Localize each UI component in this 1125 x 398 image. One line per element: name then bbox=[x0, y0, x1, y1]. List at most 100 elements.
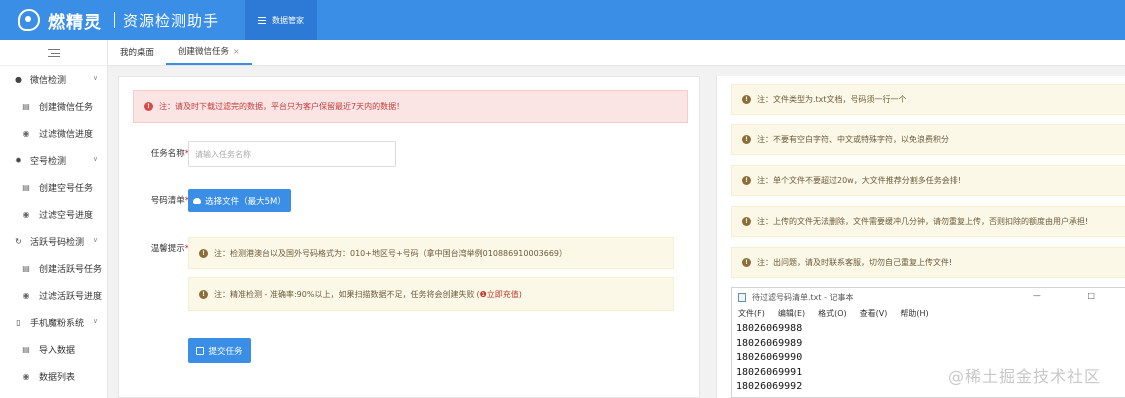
watermark: @稀土掘金技术社区 bbox=[948, 367, 1102, 386]
chevron-down-icon: ∨ bbox=[92, 155, 98, 163]
cloud-upload-icon bbox=[193, 197, 202, 204]
logo-icon bbox=[18, 9, 40, 31]
info-icon: ! bbox=[199, 248, 208, 258]
notepad-menu-view: 查看(V) bbox=[859, 308, 888, 318]
app-logo[interactable]: 燃精灵 资源检测助手 bbox=[0, 8, 219, 33]
sidebar-group-wechat[interactable]: ● 微信检测 ∨ bbox=[0, 66, 107, 93]
phone-icon: ▯ bbox=[16, 318, 21, 327]
info-icon: ! bbox=[742, 217, 751, 226]
notepad-menu-file: 文件(F) bbox=[738, 308, 765, 318]
notepad-title: 待过滤号码清单.txt - 记事本 bbox=[752, 292, 854, 302]
top-nav-data-manager[interactable]: 数据管家 bbox=[245, 0, 318, 40]
notepad-menu-format: 格式(O) bbox=[818, 308, 847, 318]
page-tabs: 我的桌面 创建微信任务 × bbox=[108, 40, 1125, 66]
submit-task-button[interactable]: 提交任务 bbox=[188, 338, 251, 363]
retention-alert-text: 注：请及时下载过滤完的数据，平台只为客户保留最近7天内的数据！ bbox=[159, 102, 405, 111]
submit-button-label: 提交任务 bbox=[208, 346, 243, 357]
notepad-menu-edit: 编辑(E) bbox=[777, 308, 806, 318]
info-icon: ! bbox=[742, 95, 751, 104]
sidebar-item-active-progress[interactable]: ◉ 过滤活跃号进度 bbox=[0, 282, 107, 309]
close-icon[interactable]: × bbox=[233, 47, 240, 56]
note-item: ! 注：单个文件不要超过20w，大文件推荐分割多任务会排! bbox=[731, 165, 1125, 196]
tips-label: 温馨提示* bbox=[150, 244, 189, 254]
info-icon: ! bbox=[144, 102, 153, 111]
chevron-down-icon: ∨ bbox=[92, 74, 98, 82]
brand-name: 燃精灵 bbox=[48, 12, 102, 33]
collapse-menu-icon bbox=[47, 48, 60, 57]
notepad-title-bar: 待过滤号码清单.txt - 记事本 — □ bbox=[732, 288, 1125, 306]
sidebar-item-create-active-task[interactable]: ▤ 创建活跃号任务 bbox=[0, 255, 107, 282]
phone-number-line: 18026069988 bbox=[736, 323, 803, 334]
sidebar-group-active-number[interactable]: ↻ 活跃号码检测 ∨ bbox=[0, 228, 107, 255]
logo-divider bbox=[114, 12, 115, 28]
document-icon: ▤ bbox=[22, 183, 30, 192]
sidebar-item-import-data[interactable]: ▤ 导入数据 bbox=[0, 336, 107, 363]
task-name-label: 任务名称* bbox=[150, 149, 189, 159]
instructions-panel: ! 注：文件类型为.txt文档，号码须一行一个 ! 注：不要有空白字符、中文或特… bbox=[716, 76, 1125, 398]
tab-label: 我的桌面 bbox=[120, 48, 155, 58]
upload-file-button[interactable]: 选择文件（最大5M） bbox=[188, 189, 291, 212]
note-text: 注：单个文件不要超过20w，大文件推荐分割多任务会排! bbox=[757, 176, 961, 185]
chevron-down-icon: ∨ bbox=[92, 236, 98, 244]
sidebar-item-label: 数据列表 bbox=[39, 373, 76, 383]
task-form-panel: ! 注：请及时下载过滤完的数据，平台只为客户保留最近7天内的数据！ 任务名称* … bbox=[118, 76, 700, 398]
sidebar-item-data-list[interactable]: ◉ 数据列表 bbox=[0, 363, 107, 390]
sidebar-item-create-wechat-task[interactable]: ▤ 创建微信任务 bbox=[0, 93, 107, 120]
document-icon: ▤ bbox=[22, 345, 30, 354]
note-text: 注：上传的文件无法删除，文件需要缓冲几分钟，请勿重复上传，否则扣除的额度由用户承… bbox=[757, 217, 1089, 226]
sidebar-item-create-empty-task[interactable]: ▤ 创建空号任务 bbox=[0, 174, 107, 201]
note-text: 注：不要有空白字符、中文或特殊字符，以免浪费积分 bbox=[757, 135, 949, 144]
info-icon: ! bbox=[199, 289, 208, 299]
sidebar-item-empty-progress[interactable]: ◉ 过滤空号进度 bbox=[0, 201, 107, 228]
info-icon: ! bbox=[742, 135, 751, 144]
tip-accuracy: ! 注：精准检测 - 准确率:90%以上，如果扫描数据不足，任务将会创建失败 (… bbox=[188, 277, 674, 311]
tab-create-wechat-task[interactable]: 创建微信任务 × bbox=[166, 39, 252, 65]
tip-format: ! 注：检测港澳台以及国外号码格式为：010+地区号+号码（拿中国台湾举例010… bbox=[188, 237, 674, 269]
upload-button-label: 选择文件（最大5M） bbox=[205, 196, 286, 207]
note-item: ! 注：出问题，请及时联系客服，切勿自己重复上传文件! bbox=[731, 247, 1125, 278]
retention-alert: ! 注：请及时下载过滤完的数据，平台只为客户保留最近7天内的数据！ bbox=[133, 90, 688, 123]
sidebar-item-wechat-progress[interactable]: ◉ 过滤微信进度 bbox=[0, 120, 107, 147]
sidebar-item-label: 过滤空号进度 bbox=[39, 211, 94, 221]
notepad-menu-bar: 文件(F) 编辑(E) 格式(O) 查看(V) 帮助(H) bbox=[732, 306, 1125, 320]
top-nav-label: 数据管家 bbox=[272, 15, 305, 25]
gear-icon: ✹ bbox=[15, 156, 22, 165]
info-icon: ! bbox=[742, 258, 751, 267]
note-item: ! 注：不要有空白字符、中文或特殊字符，以免浪费积分 bbox=[731, 124, 1125, 155]
tab-my-desktop[interactable]: 我的桌面 bbox=[108, 39, 166, 65]
window-controls: — □ bbox=[1032, 291, 1117, 300]
sidebar-item-label: 过滤活跃号进度 bbox=[39, 292, 103, 302]
number-list-label: 号码清单* bbox=[150, 196, 189, 206]
sidebar-group-label: 空号检测 bbox=[30, 157, 67, 167]
refresh-icon: ↻ bbox=[15, 237, 22, 246]
note-text: 注：出问题，请及时联系客服，切勿自己重复上传文件! bbox=[757, 258, 953, 267]
chevron-down-icon: ∨ bbox=[92, 317, 98, 325]
top-bar: 燃精灵 资源检测助手 数据管家 bbox=[0, 0, 1125, 40]
sidebar-group-empty-number[interactable]: ✹ 空号检测 ∨ bbox=[0, 147, 107, 174]
document-icon: ▤ bbox=[22, 102, 30, 111]
recharge-link[interactable]: (❶立即充值) bbox=[476, 289, 521, 300]
notepad-menu-help: 帮助(H) bbox=[900, 308, 929, 318]
sidebar-toggle[interactable] bbox=[0, 40, 107, 66]
sidebar-item-label: 创建空号任务 bbox=[39, 184, 94, 194]
save-icon bbox=[196, 346, 205, 355]
note-item: ! 注：文件类型为.txt文档，号码须一行一个 bbox=[731, 84, 1125, 115]
sidebar: ● 微信检测 ∨ ▤ 创建微信任务 ◉ 过滤微信进度 ✹ 空号检测 ∨ ▤ 创建… bbox=[0, 40, 108, 398]
eye-icon: ◉ bbox=[22, 291, 30, 300]
eye-icon: ◉ bbox=[22, 372, 30, 381]
tab-label: 创建微信任务 bbox=[178, 47, 230, 57]
eye-icon: ◉ bbox=[22, 129, 30, 138]
chat-icon: ● bbox=[15, 75, 22, 84]
sidebar-group-phone-fans[interactable]: ▯ 手机魔粉系统 ∨ bbox=[0, 309, 107, 336]
task-name-input[interactable] bbox=[188, 141, 396, 167]
sidebar-group-label: 手机魔粉系统 bbox=[30, 319, 85, 329]
note-item: ! 注：上传的文件无法删除，文件需要缓冲几分钟，请勿重复上传，否则扣除的额度由用… bbox=[731, 206, 1125, 237]
info-icon: ! bbox=[742, 176, 751, 185]
eye-icon: ◉ bbox=[22, 210, 30, 219]
phone-number-line: 18026069989 bbox=[736, 337, 803, 349]
note-text: 注：文件类型为.txt文档，号码须一行一个 bbox=[757, 95, 907, 104]
sidebar-item-label: 创建微信任务 bbox=[39, 103, 94, 113]
menu-icon bbox=[258, 16, 267, 24]
app-subtitle: 资源检测助手 bbox=[123, 11, 220, 30]
tip-text: 注：检测港澳台以及国外号码格式为：010+地区号+号码（拿中国台湾举例01088… bbox=[214, 248, 568, 258]
